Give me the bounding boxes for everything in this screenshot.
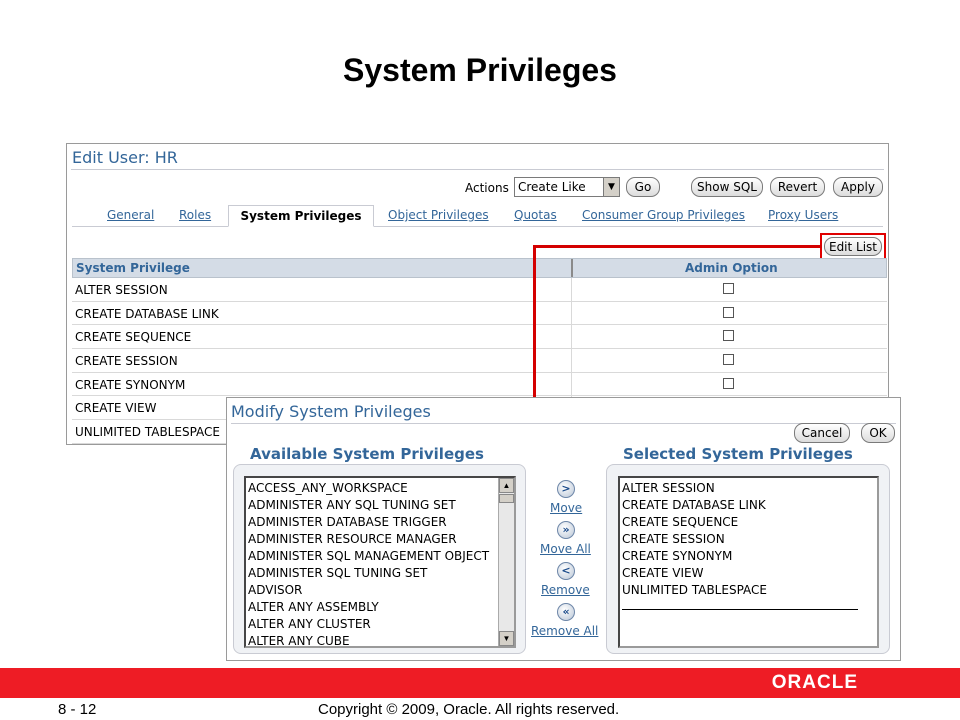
callout-arrow-vertical	[533, 247, 536, 416]
slide-title: System Privileges	[343, 52, 617, 88]
list-item[interactable]: ALTER ANY CUBE	[248, 634, 350, 646]
list-separator	[622, 609, 858, 610]
privilege-name: CREATE DATABASE LINK	[75, 306, 219, 321]
selected-title: Selected System Privileges	[623, 445, 853, 463]
list-item[interactable]: ADMINISTER SQL TUNING SET	[248, 566, 427, 580]
table-header: System Privilege Admin Option	[72, 258, 887, 278]
table-row: CREATE DATABASE LINK	[72, 301, 887, 326]
remove-all-icon[interactable]: «	[557, 603, 575, 621]
table-row: CREATE SESSION	[72, 349, 887, 373]
cell-divider	[571, 372, 572, 396]
page-number: 8 - 12	[58, 701, 97, 718]
scroll-down-icon[interactable]: ▼	[499, 631, 514, 646]
admin-option-checkbox[interactable]	[723, 377, 734, 389]
move-icon[interactable]: >	[557, 480, 575, 498]
available-listbox[interactable]: ACCESS_ANY_WORKSPACE ADMINISTER ANY SQL …	[244, 476, 516, 648]
list-item[interactable]: CREATE VIEW	[622, 566, 704, 580]
list-item[interactable]: CREATE SEQUENCE	[622, 515, 738, 529]
scroll-thumb[interactable]	[499, 494, 514, 503]
actions-select-value: Create Like	[518, 180, 586, 194]
oracle-logo: ORACLE	[771, 672, 858, 693]
title-divider	[231, 423, 896, 424]
tab-proxy-users[interactable]: Proxy Users	[768, 208, 838, 222]
list-item[interactable]: ALTER ANY ASSEMBLY	[248, 600, 379, 614]
privilege-name: ALTER SESSION	[75, 283, 168, 297]
privilege-name: CREATE SESSION	[75, 354, 178, 369]
list-item[interactable]: CREATE SESSION	[622, 532, 725, 546]
tab-bar: General Roles System Privileges Object P…	[72, 205, 883, 227]
actions-row: Actions Create Like ▼ Go Show SQL Revert…	[67, 177, 888, 199]
ok-button[interactable]: OK	[861, 423, 895, 443]
go-button[interactable]: Go	[626, 177, 660, 197]
cell-divider	[571, 325, 572, 349]
admin-option-checkbox[interactable]	[723, 306, 734, 318]
move-all-icon[interactable]: »	[557, 521, 575, 539]
list-item[interactable]: ADVISOR	[248, 583, 302, 597]
list-item[interactable]: CREATE DATABASE LINK	[622, 498, 766, 512]
list-item[interactable]: UNLIMITED TABLESPACE	[622, 583, 767, 597]
apply-button[interactable]: Apply	[833, 177, 883, 197]
cell-divider	[571, 278, 572, 301]
table-row: CREATE SYNONYM	[72, 372, 887, 397]
tab-object-privileges[interactable]: Object Privileges	[388, 208, 489, 222]
tab-system-privileges[interactable]: System Privileges	[228, 205, 374, 227]
move-all-link[interactable]: Move All	[540, 542, 591, 556]
cancel-button[interactable]: Cancel	[794, 423, 850, 443]
tab-roles[interactable]: Roles	[179, 208, 211, 222]
chevron-down-icon[interactable]: ▼	[603, 178, 619, 196]
copyright: Copyright © 2009, Oracle. All rights res…	[318, 701, 620, 718]
list-item[interactable]: ADMINISTER SQL MANAGEMENT OBJECT	[248, 549, 489, 563]
callout-arrow-horizontal	[533, 245, 822, 248]
table-row: ALTER SESSION	[72, 278, 887, 302]
privilege-name: CREATE VIEW	[75, 401, 157, 416]
tab-general[interactable]: General	[107, 208, 154, 222]
selected-listbox[interactable]: ALTER SESSION CREATE DATABASE LINK CREAT…	[618, 476, 879, 648]
move-link[interactable]: Move	[550, 501, 582, 515]
privilege-name: CREATE SYNONYM	[75, 377, 186, 392]
remove-icon[interactable]: <	[557, 562, 575, 580]
list-item[interactable]: ACCESS_ANY_WORKSPACE	[248, 481, 408, 495]
modify-privileges-panel: Modify System Privileges Cancel OK Avail…	[226, 397, 901, 661]
table-row: CREATE SEQUENCE	[72, 325, 887, 350]
column-divider	[571, 259, 573, 277]
edit-list-button[interactable]: Edit List	[824, 237, 882, 256]
list-item[interactable]: ADMINISTER DATABASE TRIGGER	[248, 515, 447, 529]
remove-link[interactable]: Remove	[541, 583, 590, 597]
edit-user-title: Edit User: HR	[72, 148, 178, 167]
privilege-name: CREATE SEQUENCE	[75, 330, 192, 345]
column-header-system-privilege: System Privilege	[76, 261, 190, 275]
scroll-up-icon[interactable]: ▲	[499, 478, 514, 493]
column-header-admin-option: Admin Option	[685, 261, 778, 275]
available-title: Available System Privileges	[250, 445, 484, 463]
remove-all-link[interactable]: Remove All	[531, 624, 598, 638]
scrollbar[interactable]: ▲ ▼	[498, 478, 514, 646]
privilege-name: UNLIMITED TABLESPACE	[75, 425, 220, 440]
actions-label: Actions	[465, 181, 509, 195]
show-sql-button[interactable]: Show SQL	[691, 177, 763, 197]
list-item[interactable]: ADMINISTER RESOURCE MANAGER	[248, 532, 457, 546]
title-divider	[71, 169, 884, 170]
list-item[interactable]: CREATE SYNONYM	[622, 549, 732, 563]
modify-title: Modify System Privileges	[231, 402, 431, 421]
cell-divider	[571, 349, 572, 372]
list-item[interactable]: ALTER ANY CLUSTER	[248, 617, 371, 631]
admin-option-checkbox[interactable]	[723, 330, 734, 342]
list-item[interactable]: ALTER SESSION	[622, 481, 715, 495]
cell-divider	[571, 301, 572, 325]
admin-option-checkbox[interactable]	[723, 283, 734, 294]
admin-option-checkbox[interactable]	[723, 354, 734, 366]
revert-button[interactable]: Revert	[770, 177, 825, 197]
tab-quotas[interactable]: Quotas	[514, 208, 557, 222]
actions-select[interactable]: Create Like ▼	[514, 177, 620, 197]
list-item[interactable]: ADMINISTER ANY SQL TUNING SET	[248, 498, 456, 512]
tab-consumer-group-privileges[interactable]: Consumer Group Privileges	[582, 208, 745, 222]
